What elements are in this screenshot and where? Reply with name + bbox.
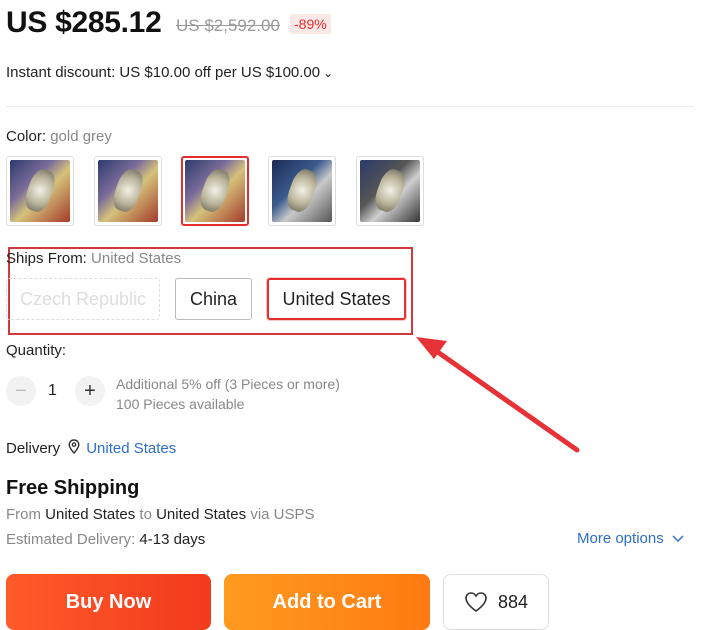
chevron-down-icon xyxy=(672,531,684,546)
buy-now-button[interactable]: Buy Now xyxy=(6,574,211,630)
more-options-label: More options xyxy=(577,530,664,547)
delivery-row: Delivery United States xyxy=(6,439,176,458)
delivery-location-link[interactable]: United States xyxy=(86,440,176,457)
shipping-from-country: United States xyxy=(45,506,136,523)
wishlist-button[interactable]: 884 xyxy=(443,574,549,630)
shipping-to-word: to xyxy=(139,506,152,523)
color-swatch-black[interactable] xyxy=(356,156,424,226)
color-swatch-gold[interactable] xyxy=(6,156,74,226)
wishlist-count: 884 xyxy=(497,591,529,612)
chevron-down-icon: ⌄ xyxy=(323,66,334,80)
ships-from-label-text: Ships From: xyxy=(6,250,87,267)
add-to-cart-button[interactable]: Add to Cart xyxy=(224,574,430,630)
color-swatch-silver[interactable] xyxy=(94,156,162,226)
ships-from-value: United States xyxy=(91,250,182,267)
estimated-delivery: Estimated Delivery: 4-13 days xyxy=(6,531,205,548)
estimated-delivery-value: 4-13 days xyxy=(139,531,206,548)
ships-option-czech-republic: Czech Republic xyxy=(6,278,160,320)
estimated-delivery-label: Estimated Delivery: xyxy=(6,531,136,548)
watch-blue-image xyxy=(272,160,332,222)
ships-option-china[interactable]: China xyxy=(175,278,252,320)
color-swatch-gold-grey[interactable] xyxy=(181,156,249,226)
watch-black-image xyxy=(360,160,420,222)
current-price: US $285.12 xyxy=(6,6,162,39)
shipping-from-prefix: From xyxy=(6,506,41,523)
ships-from-label: Ships From: United States xyxy=(6,250,181,267)
shipping-route: From United States to United States via … xyxy=(6,506,315,523)
instant-discount[interactable]: Instant discount: US $10.00 off per US $… xyxy=(6,64,333,81)
divider xyxy=(6,106,694,107)
watch-silver-image xyxy=(98,160,158,222)
quantity-value[interactable]: 1 xyxy=(48,382,57,400)
watch-gold-image xyxy=(10,160,70,222)
original-price: US $2,592.00 xyxy=(176,16,280,35)
free-shipping-title: Free Shipping xyxy=(6,477,140,499)
watch-gold-grey-image xyxy=(185,160,245,222)
ships-option-united-states[interactable]: United States xyxy=(267,278,406,320)
color-label-text: Color: xyxy=(6,128,47,145)
quantity-available: 100 Pieces available xyxy=(116,396,245,412)
quantity-decrease-button[interactable]: − xyxy=(6,376,36,406)
delivery-label: Delivery xyxy=(6,440,61,457)
color-swatch-blue[interactable] xyxy=(268,156,336,226)
heart-icon xyxy=(465,592,487,612)
color-label: Color: gold grey xyxy=(6,128,112,145)
quantity-promo: Additional 5% off (3 Pieces or more) xyxy=(116,376,340,392)
more-options-link[interactable]: More options xyxy=(577,530,684,547)
quantity-label: Quantity: xyxy=(6,342,67,359)
instant-discount-text: Instant discount: US $10.00 off per US $… xyxy=(6,64,321,81)
location-pin-icon xyxy=(68,439,80,458)
shipping-to-country: United States xyxy=(156,506,247,523)
quantity-increase-button[interactable]: + xyxy=(75,376,105,406)
quantity-info: Additional 5% off (3 Pieces or more) 100… xyxy=(116,374,340,414)
discount-badge: -89% xyxy=(290,14,331,34)
color-value: gold grey xyxy=(50,128,112,145)
shipping-via: via USPS xyxy=(250,506,315,523)
